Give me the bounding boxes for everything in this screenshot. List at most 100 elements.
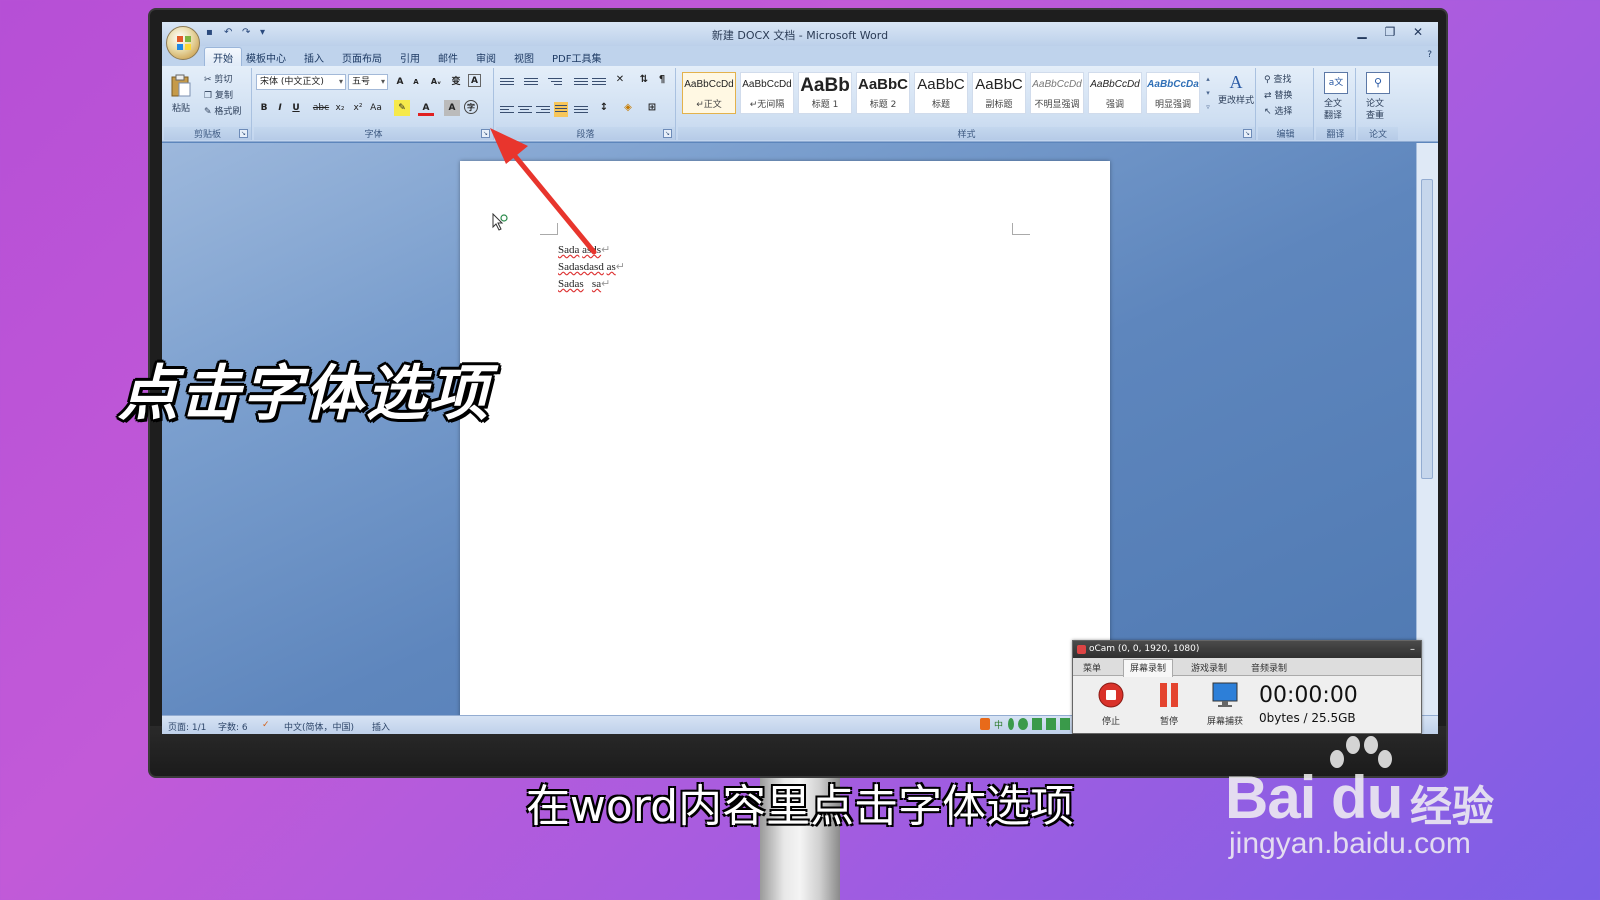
numbering-icon[interactable] (524, 76, 538, 88)
style-normal[interactable]: AaBbCcDd ↵正文 (682, 72, 736, 114)
phonetic-guide-button[interactable]: 变 (448, 74, 464, 90)
select-button[interactable]: ↖ 选择 (1264, 104, 1292, 117)
line-spacing-icon[interactable]: ↕ (596, 100, 612, 116)
document-page[interactable]: Sada asds↵ Sadasdasd as↵ Sadas sa↵ (460, 161, 1110, 715)
find-button[interactable]: ⚲ 查找 (1264, 72, 1291, 85)
bold-button[interactable]: B (256, 100, 272, 116)
distributed-icon[interactable] (574, 104, 588, 116)
font-color-button[interactable]: A (418, 100, 434, 116)
shrink-font-button[interactable]: A (408, 74, 424, 90)
insert-mode[interactable]: 插入 (372, 720, 390, 733)
style-subtle-emphasis[interactable]: AaBbCcDd 不明显强调 (1030, 72, 1084, 114)
justify-icon[interactable] (554, 102, 568, 117)
tab-page-layout[interactable]: 页面布局 (342, 50, 382, 65)
ocam-stop-button[interactable]: 停止 (1091, 681, 1131, 727)
style-intense-emphasis[interactable]: AaBbCcDa 明显强调 (1146, 72, 1200, 114)
ocam-minimize-button[interactable]: – (1410, 641, 1415, 658)
ocam-tab-screen-record[interactable]: 屏幕录制 (1123, 659, 1174, 677)
increase-indent-icon[interactable] (592, 76, 606, 88)
style-no-spacing[interactable]: AaBbCcDd ↵无间隔 (740, 72, 794, 114)
tab-review[interactable]: 审阅 (476, 50, 496, 65)
ocam-pause-button[interactable]: 暂停 (1149, 681, 1189, 727)
ocam-capture-button[interactable]: 屏幕捕获 (1205, 681, 1245, 727)
tab-pdf-tools[interactable]: PDF工具集 (552, 50, 601, 65)
ime-chinese-icon[interactable]: 中 (994, 718, 1004, 731)
scrollbar-thumb[interactable] (1421, 179, 1433, 479)
font-dialog-launcher[interactable]: ↘ (481, 129, 490, 138)
char-border-button[interactable]: A (468, 74, 481, 87)
tab-templates[interactable]: 模板中心 (246, 50, 286, 65)
clipboard-launcher[interactable]: ↘ (239, 129, 248, 138)
style-heading-2[interactable]: AaBbC 标题 2 (856, 72, 910, 114)
doc-line-1[interactable]: Sada asds↵ (558, 243, 610, 256)
font-name-combo[interactable]: 宋体 (中文正文) (256, 74, 346, 90)
paper-label-2[interactable]: 查重 (1366, 108, 1384, 121)
translate-icon[interactable]: a文 (1324, 72, 1348, 94)
ocam-tab-game-record[interactable]: 游戏录制 (1191, 661, 1227, 674)
char-shading-button[interactable]: A (444, 100, 460, 116)
style-title[interactable]: AaBbC 标题 (914, 72, 968, 114)
borders-icon[interactable]: ⊞ (644, 100, 660, 116)
strikethrough-button[interactable]: abc (310, 100, 332, 116)
align-left-icon[interactable] (500, 104, 514, 116)
page-count[interactable]: 页面: 1/1 (168, 720, 206, 733)
cut-button[interactable]: ✂ 剪切 (204, 72, 232, 85)
styles-launcher[interactable]: ↘ (1243, 129, 1252, 138)
doc-line-3[interactable]: Sadas sa↵ (558, 277, 610, 290)
doc-line-2[interactable]: Sadasdasd as↵ (558, 260, 625, 273)
ime-keyboard-icon[interactable] (1046, 718, 1056, 730)
tab-references[interactable]: 引用 (400, 50, 420, 65)
sort-icon[interactable]: ⇅ (636, 72, 652, 88)
paste-icon[interactable] (170, 74, 192, 98)
italic-button[interactable]: I (272, 100, 288, 116)
style-emphasis[interactable]: AaBbCcDd 强调 (1088, 72, 1142, 114)
tab-mailings[interactable]: 邮件 (438, 50, 458, 65)
clear-format-button[interactable]: Aᵥ (428, 74, 444, 90)
office-button[interactable] (166, 26, 200, 60)
tab-home[interactable]: 开始 (204, 47, 242, 67)
change-case-button[interactable]: Aa (368, 100, 384, 116)
translate-label[interactable]: 翻译 (1324, 108, 1342, 121)
shading-icon[interactable]: ◈ (620, 100, 636, 116)
change-styles-button[interactable]: A 更改样式 (1216, 72, 1256, 106)
minimize-button[interactable]: ▁ (1348, 22, 1376, 42)
replace-button[interactable]: ⇄ 替换 (1264, 88, 1292, 101)
show-marks-icon[interactable]: ¶ (654, 72, 670, 88)
ocam-tab-audio-record[interactable]: 音频录制 (1251, 661, 1287, 674)
tab-insert[interactable]: 插入 (304, 50, 324, 65)
language-status[interactable]: 中文(简体，中国) (284, 720, 354, 733)
align-right-icon[interactable] (536, 104, 550, 116)
word-count[interactable]: 字数: 6 (218, 720, 248, 733)
style-heading-1[interactable]: AaBb 标题 1 (798, 72, 852, 114)
paragraph-launcher[interactable]: ↘ (663, 129, 672, 138)
ime-emoji-icon[interactable] (1018, 718, 1028, 730)
paper-check-icon[interactable]: ⚲ (1366, 72, 1390, 94)
copy-button[interactable]: ❐ 复制 (204, 88, 233, 101)
underline-button[interactable]: U (288, 100, 304, 116)
multilevel-list-icon[interactable] (548, 76, 562, 88)
ime-mic-icon[interactable] (1032, 718, 1042, 730)
ocam-tab-menu[interactable]: 菜单 (1083, 661, 1101, 674)
enclose-char-button[interactable]: 字 (464, 100, 478, 114)
paste-button[interactable]: 粘贴 (172, 101, 190, 114)
restore-button[interactable]: ❐ (1376, 22, 1404, 42)
sogou-ime-icon[interactable] (980, 718, 990, 730)
help-icon[interactable]: ? (1427, 50, 1432, 60)
styles-scroll[interactable]: ▴ ▾ ▿ (1204, 72, 1212, 114)
font-size-combo[interactable]: 五号 (348, 74, 388, 90)
format-painter-button[interactable]: ✎ 格式刷 (204, 104, 241, 117)
highlight-button[interactable]: ✎ (394, 100, 410, 116)
vertical-scrollbar[interactable] (1416, 143, 1438, 715)
tab-view[interactable]: 视图 (514, 50, 534, 65)
grow-font-button[interactable]: A (392, 74, 408, 90)
ime-punct-icon[interactable] (1008, 718, 1014, 730)
decrease-indent-icon[interactable] (574, 76, 588, 88)
style-subtitle[interactable]: AaBbC 副标题 (972, 72, 1026, 114)
bullets-icon[interactable] (500, 76, 514, 88)
ime-user-icon[interactable] (1060, 718, 1070, 730)
close-button[interactable]: ✕ (1404, 22, 1432, 42)
subscript-button[interactable]: x₂ (332, 100, 348, 116)
chinese-layout-icon[interactable]: ✕ (612, 72, 628, 88)
superscript-button[interactable]: x² (350, 100, 366, 116)
align-center-icon[interactable] (518, 104, 532, 116)
